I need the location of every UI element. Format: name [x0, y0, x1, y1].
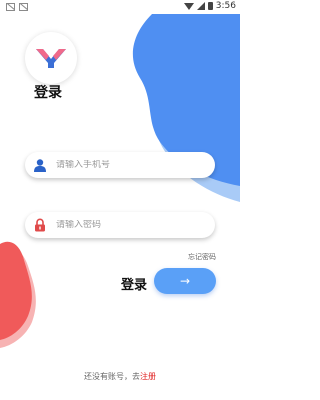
- status-time: 3:56: [215, 1, 236, 11]
- signup-prompt: 还没有账号，去注册: [0, 371, 240, 382]
- wifi-icon: [183, 2, 194, 10]
- login-label: 登录: [121, 278, 148, 293]
- logo-icon: [36, 49, 66, 68]
- page-title: 登录: [34, 85, 62, 101]
- app-logo: [25, 32, 77, 84]
- signup-link[interactable]: 注册: [140, 372, 156, 381]
- notification-icon: [19, 3, 28, 11]
- password-field[interactable]: [25, 212, 215, 238]
- arrow-right-icon: →: [179, 274, 191, 288]
- signup-prompt-text: 还没有账号，去: [84, 372, 140, 381]
- status-right: 3:56: [183, 1, 236, 11]
- lock-icon: [33, 218, 47, 232]
- login-button[interactable]: →: [154, 268, 216, 294]
- notification-icon: [6, 3, 15, 11]
- phone-input[interactable]: [56, 160, 206, 170]
- signal-icon: [196, 2, 205, 10]
- battery-icon: [207, 2, 213, 10]
- forgot-password-link[interactable]: 忘记密码: [188, 252, 216, 262]
- user-icon: [33, 158, 47, 172]
- status-left: [6, 3, 28, 11]
- phone-field[interactable]: [25, 152, 215, 178]
- password-input[interactable]: [56, 220, 206, 230]
- status-bar: 3:56: [0, 0, 240, 14]
- decorative-blob-red: [0, 241, 36, 348]
